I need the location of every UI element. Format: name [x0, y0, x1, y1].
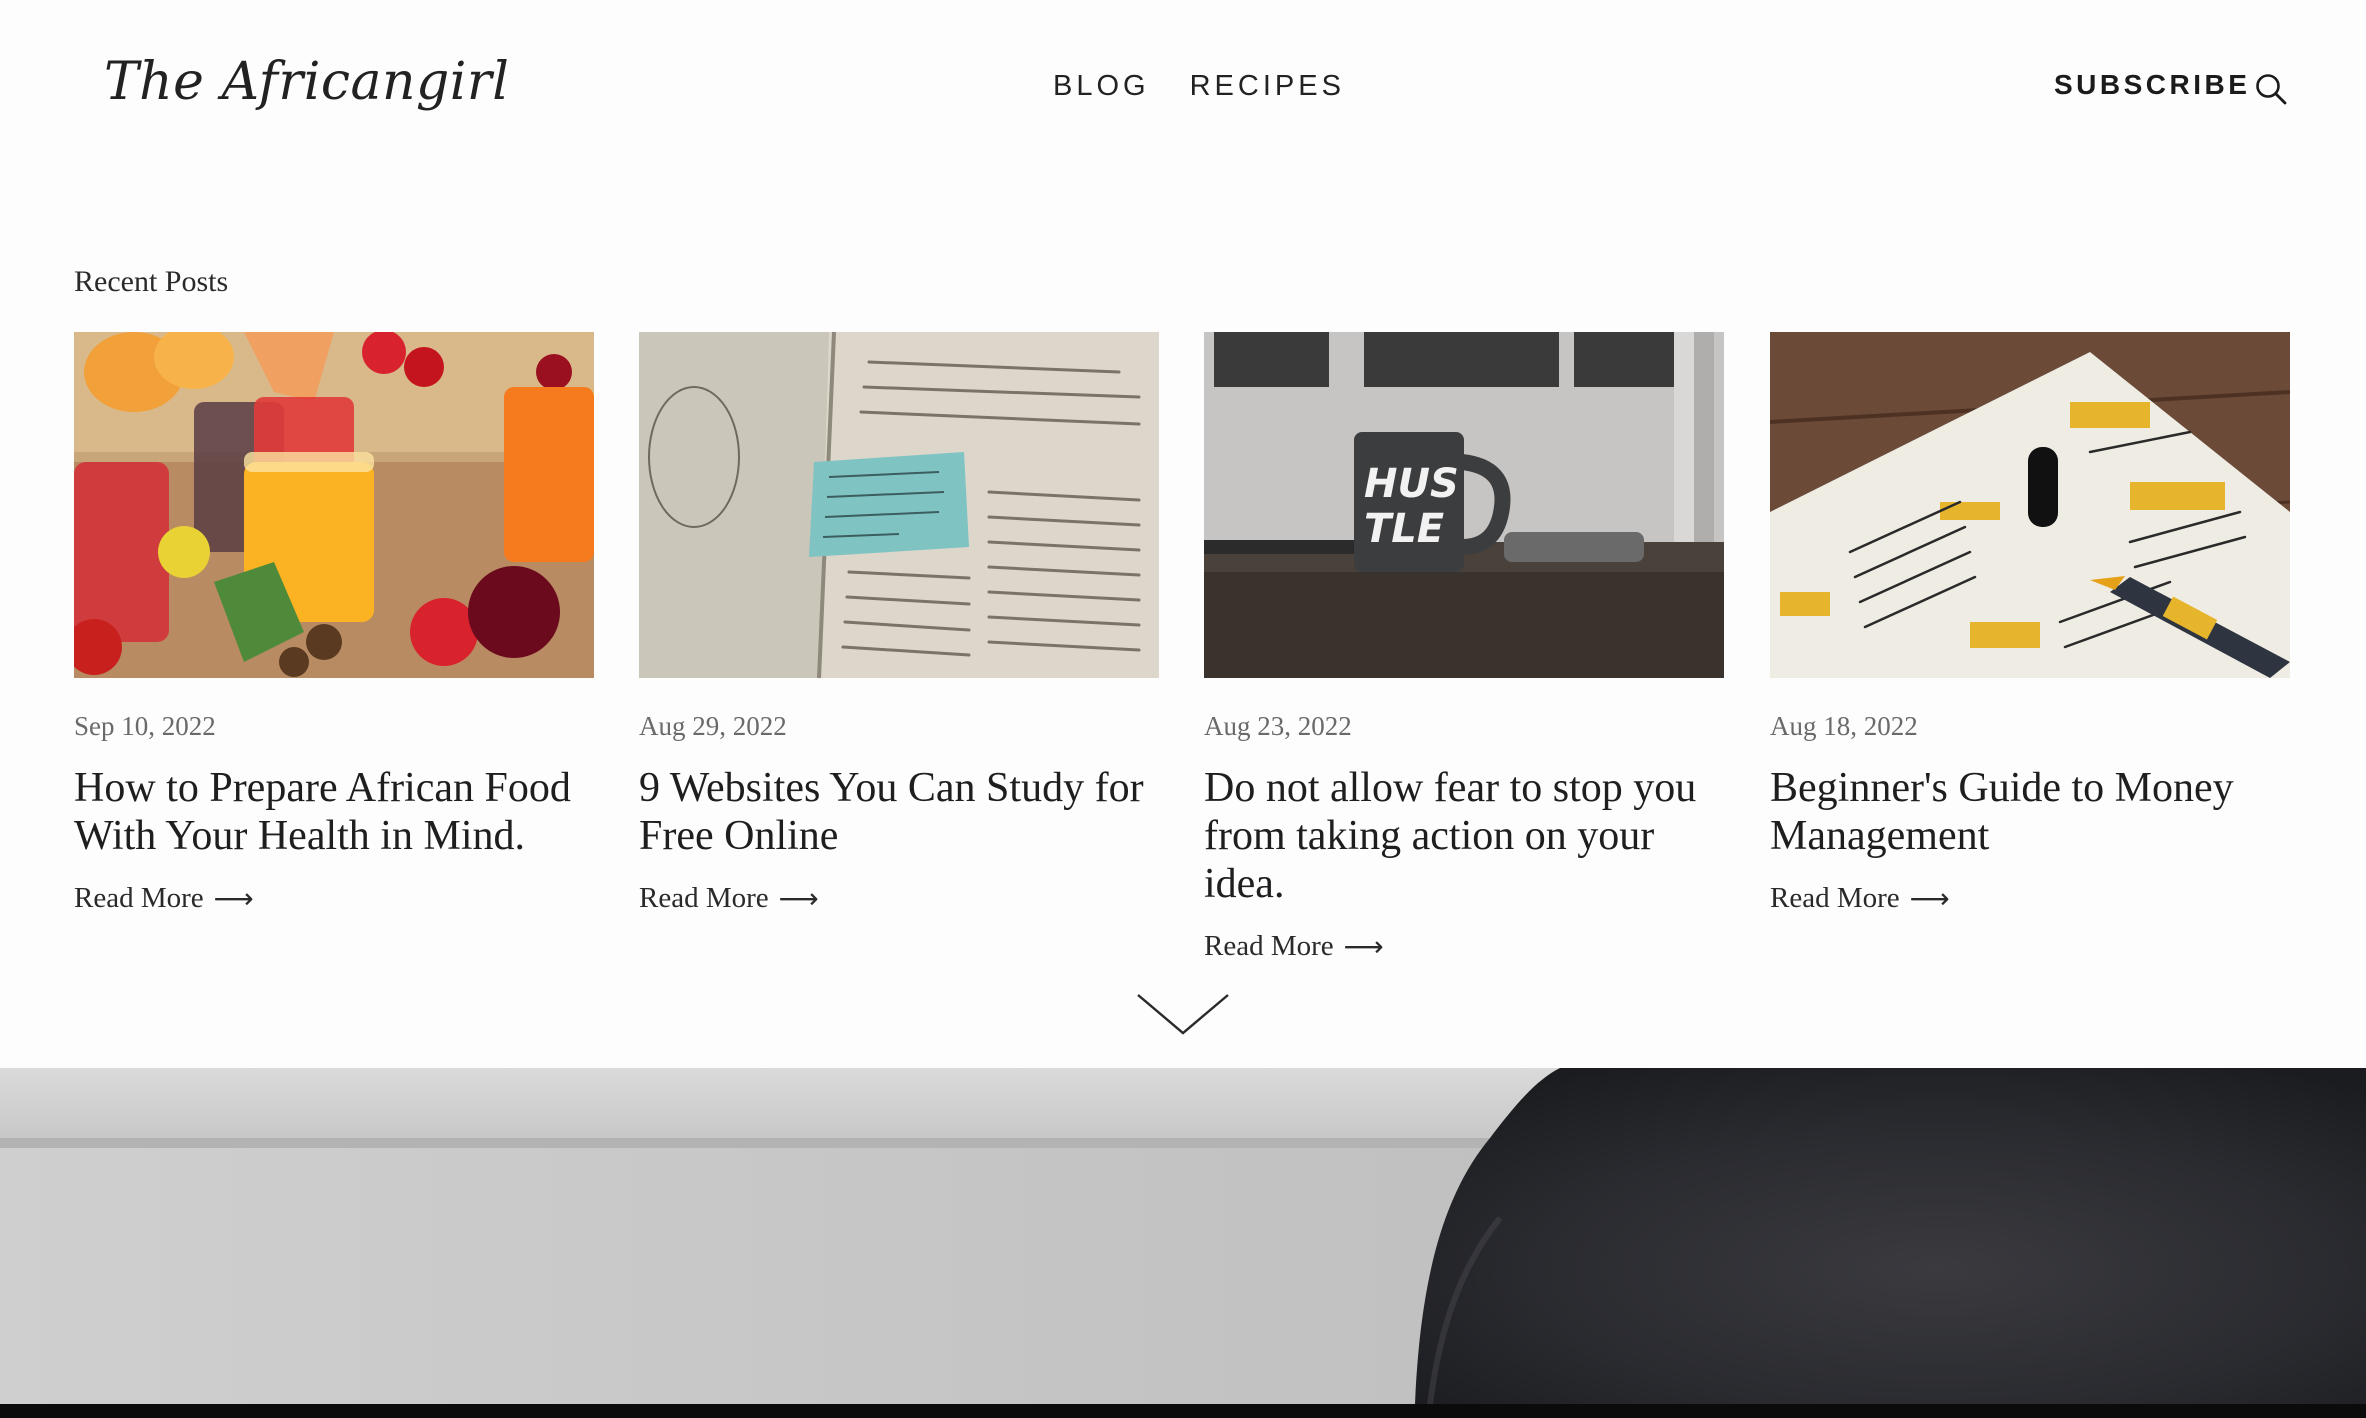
read-more-label: Read More: [74, 882, 204, 914]
post-date: Aug 29, 2022: [639, 711, 787, 741]
read-more-label: Read More: [1770, 882, 1900, 914]
read-more-label: Read More: [1204, 930, 1334, 962]
post-title[interactable]: Beginner's Guide to Money Management: [1770, 764, 2290, 860]
nav-recipes[interactable]: RECIPES: [1190, 70, 1345, 103]
read-more-link[interactable]: Read More ⟶: [1204, 930, 1384, 963]
arrow-right-icon: ⟶: [1909, 882, 1950, 915]
search-icon[interactable]: [2254, 72, 2288, 106]
post-title[interactable]: 9 Websites You Can Study for Free Online: [639, 764, 1159, 860]
post-date: Sep 10, 2022: [74, 711, 216, 741]
post-thumbnail-notebook-doodles[interactable]: [1770, 332, 2290, 678]
arrow-right-icon: ⟶: [213, 882, 254, 915]
hero-image: [0, 1068, 2366, 1404]
post-thumbnail-open-book[interactable]: [639, 332, 1159, 678]
arrow-right-icon: ⟶: [1343, 930, 1384, 963]
recent-posts-heading: Recent Posts: [74, 265, 229, 298]
post-card: HUS TLE Aug 23, 2022 Do not allow fear t…: [1204, 332, 1724, 963]
post-card: Aug 29, 2022 9 Websites You Can Study fo…: [639, 332, 1159, 915]
post-date: Aug 18, 2022: [1770, 711, 1918, 741]
read-more-link[interactable]: Read More ⟶: [1770, 882, 1950, 915]
recent-posts-grid: Sep 10, 2022 How to Prepare African Food…: [74, 332, 2290, 972]
post-date: Aug 23, 2022: [1204, 711, 1352, 741]
main-nav: BLOG RECIPES: [1053, 70, 1345, 103]
post-card: Sep 10, 2022 How to Prepare African Food…: [74, 332, 594, 915]
read-more-link[interactable]: Read More ⟶: [74, 882, 254, 915]
read-more-label: Read More: [639, 882, 769, 914]
post-title[interactable]: Do not allow fear to stop you from takin…: [1204, 764, 1724, 908]
arrow-right-icon: ⟶: [778, 882, 819, 915]
chevron-down-icon[interactable]: [1136, 993, 1230, 1037]
site-logo[interactable]: The Africangirl: [104, 52, 509, 112]
read-more-link[interactable]: Read More ⟶: [639, 882, 819, 915]
site-header: The Africangirl BLOG RECIPES SUBSCRIBE: [0, 0, 2366, 180]
svg-text:HUS: HUS: [1364, 461, 1459, 507]
post-title[interactable]: How to Prepare African Food With Your He…: [74, 764, 594, 860]
nav-blog[interactable]: BLOG: [1053, 70, 1150, 103]
subscribe-link[interactable]: SUBSCRIBE: [2054, 69, 2250, 101]
svg-text:TLE: TLE: [1364, 506, 1444, 552]
post-thumbnail-fruit-juices[interactable]: [74, 332, 594, 678]
bottom-bar: [0, 1404, 2366, 1418]
post-thumbnail-hustle-mug[interactable]: HUS TLE: [1204, 332, 1724, 678]
post-card: Aug 18, 2022 Beginner's Guide to Money M…: [1770, 332, 2290, 915]
